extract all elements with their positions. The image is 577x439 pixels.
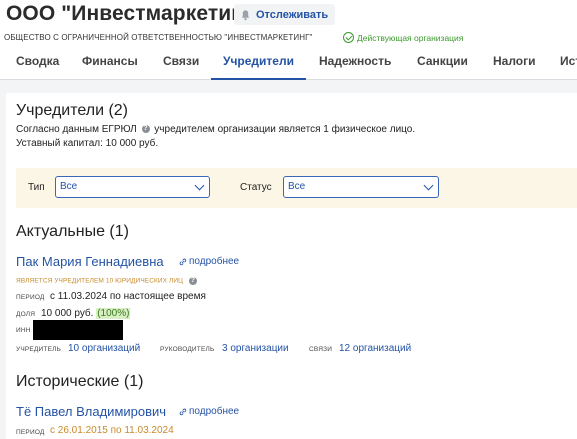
share-label: доля: [16, 311, 36, 318]
info-icon[interactable]: ?: [188, 277, 197, 285]
tab-reliability[interactable]: Надежность: [319, 46, 391, 80]
egrul-prefix: Согласно данным ЕГРЮЛ: [16, 124, 137, 135]
historical-period-label: период: [16, 429, 45, 436]
tab-taxes[interactable]: Налоги: [493, 46, 536, 80]
founders-title: Учредители (2): [16, 102, 129, 119]
share-amount: 10 000 руб.: [41, 308, 94, 319]
status-filter-label: Статус: [240, 182, 272, 193]
status-text: Действующая организация: [357, 32, 464, 43]
manager-count-link[interactable]: 3 организации: [222, 343, 289, 354]
type-select-value: Все: [60, 181, 78, 192]
egrul-suffix: учредителем организации является 1 физич…: [154, 124, 416, 135]
current-person-link[interactable]: Пак Мария Геннадиевна: [16, 254, 164, 269]
type-select[interactable]: Все: [55, 176, 210, 198]
tab-founders[interactable]: Учредители: [211, 46, 306, 80]
filter-bar: Тип Все Статус Все: [16, 168, 577, 208]
period-label: период: [16, 294, 45, 301]
chevron-down-icon: [423, 180, 434, 191]
company-title: ООО "Инвестмаркетинг": [6, 2, 263, 25]
founder-count-link[interactable]: 10 организаций: [68, 343, 140, 354]
tabs-bar: Сводка Финансы Связи Учредители Надежнос…: [0, 46, 577, 80]
check-circle-icon: [343, 32, 354, 43]
tab-svodka[interactable]: Сводка: [16, 46, 59, 80]
historical-section-title: Исторические (1): [16, 373, 144, 390]
tab-sanctions[interactable]: Санкции: [417, 46, 468, 80]
info-icon[interactable]: ?: [141, 125, 150, 134]
status-select[interactable]: Все: [283, 176, 439, 198]
follow-button-label: Отслеживать: [256, 8, 329, 21]
link-icon: [179, 408, 187, 415]
historical-person-link[interactable]: Тё Павел Владимирович: [16, 404, 166, 419]
historical-more-label: подробнее: [189, 406, 240, 417]
current-more-label: подробнее: [189, 256, 240, 267]
status-badge: Действующая организация: [343, 32, 463, 43]
current-section-title: Актуальные (1): [16, 223, 129, 240]
period-value: с 11.03.2024 по настоящее время: [50, 291, 206, 302]
inn-label: ИНН: [16, 327, 31, 334]
status-select-value: Все: [288, 181, 306, 192]
chevron-down-icon: [194, 180, 205, 191]
follow-button[interactable]: Отслеживать: [234, 4, 336, 25]
type-filter-label: Тип: [28, 182, 45, 193]
current-note-text: ЯВЛЯЕТСЯ УЧРЕДИТЕЛЕМ 10 ЮРИДИЧЕСКИХ ЛИЦ: [16, 277, 184, 285]
inn-redacted: [33, 320, 123, 340]
egrul-note: Согласно данным ЕГРЮЛ ? учредителем орга…: [16, 124, 415, 135]
current-more-link[interactable]: подробнее: [179, 256, 239, 267]
bell-icon: [241, 9, 250, 20]
tab-links[interactable]: Связи: [163, 46, 199, 80]
manager-count-label: руководитель: [160, 346, 215, 353]
company-full-name: ОБЩЕСТВО С ОГРАНИЧЕННОЙ ОТВЕТСТВЕННОСТЬЮ…: [4, 33, 313, 42]
tab-history[interactable]: Ист: [560, 46, 577, 80]
historical-more-link[interactable]: подробнее: [179, 406, 239, 417]
founder-count-label: учредитель: [16, 346, 62, 353]
link-icon: [179, 258, 187, 265]
share-value: 10 000 руб. (100%): [41, 308, 131, 319]
historical-period-value: с 26.01.2015 по 11.03.2024: [50, 425, 174, 436]
links-count-link[interactable]: 12 организаций: [339, 343, 411, 354]
capital-text: Уставный капитал: 10 000 руб.: [16, 138, 159, 149]
current-founder-note: ЯВЛЯЕТСЯ УЧРЕДИТЕЛЕМ 10 ЮРИДИЧЕСКИХ ЛИЦ …: [16, 277, 199, 285]
links-count-label: связи: [309, 346, 333, 353]
share-percent: (100%): [96, 308, 131, 319]
tab-finance[interactable]: Финансы: [82, 46, 138, 80]
